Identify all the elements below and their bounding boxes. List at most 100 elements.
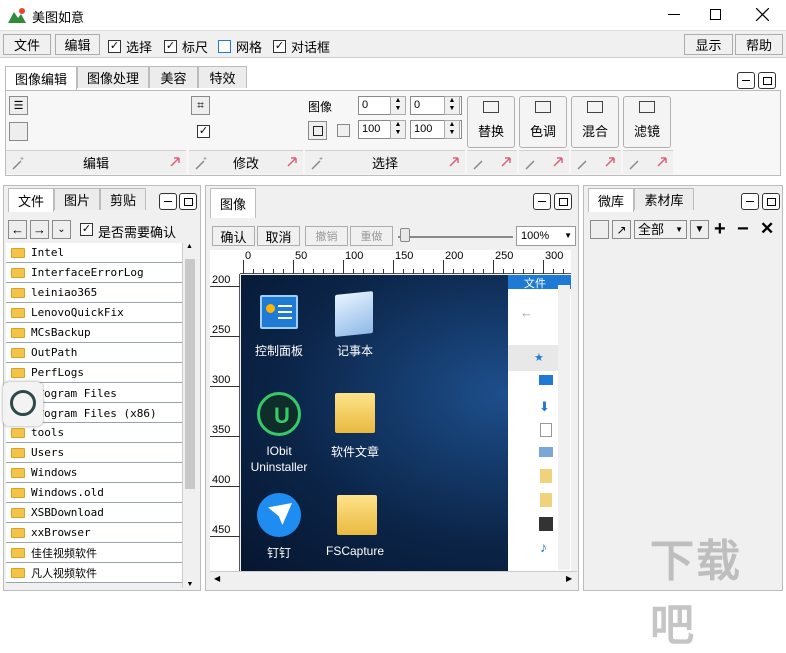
save-library-icon[interactable] <box>590 220 609 239</box>
tab-material-library[interactable]: 素材库 <box>634 188 694 210</box>
ruler-minor-tick <box>353 269 354 274</box>
close-button[interactable] <box>756 8 769 21</box>
list-item[interactable]: OutPath <box>6 343 182 363</box>
maximize-button[interactable] <box>710 9 721 20</box>
list-item[interactable]: Windows <box>6 463 182 483</box>
canvas-hscrollbar[interactable]: ◀ ▶ <box>210 571 577 587</box>
width-spinner[interactable]: ▲ ▼ <box>390 120 406 139</box>
add-icon[interactable]: + <box>714 218 726 241</box>
canvas-vscrollbar[interactable] <box>571 250 577 570</box>
zoom-slider-track[interactable] <box>398 236 513 238</box>
list-item[interactable]: InterfaceErrorLog <box>6 263 182 283</box>
file-name: Windows.old <box>31 486 104 499</box>
list-item[interactable]: Intel <box>6 243 182 263</box>
dropdown-chevron-icon[interactable]: ⌄ <box>52 220 71 239</box>
expand-icon[interactable] <box>552 156 564 168</box>
crop-icon[interactable]: ⌗ <box>191 96 210 115</box>
grid-checkbox-group[interactable]: 网格 <box>218 37 262 56</box>
tab-effects[interactable]: 特效 <box>198 66 247 88</box>
list-item[interactable]: LenovoQuickFix <box>6 303 182 323</box>
ribbon-minimize-button[interactable] <box>737 72 755 89</box>
pos-y-spinner[interactable]: ▲ ▼ <box>444 96 460 115</box>
grid-checkbox[interactable] <box>218 40 231 53</box>
list-item[interactable]: 佳佳视频软件 <box>6 543 182 563</box>
lock-ratio-checkbox[interactable] <box>337 124 350 137</box>
confirm-checkbox[interactable]: ✓ <box>80 223 93 236</box>
expand-icon[interactable] <box>604 156 616 168</box>
tab-beauty[interactable]: 美容 <box>149 66 198 88</box>
list-item[interactable]: Windows.old <box>6 483 182 503</box>
dialog-checkbox[interactable]: ✓ <box>273 40 286 53</box>
redo-button[interactable]: 重做 <box>350 226 393 246</box>
back-arrow-icon[interactable]: ← <box>8 220 27 239</box>
left-restore-button[interactable] <box>179 193 197 210</box>
tab-image-edit[interactable]: 图像编辑 <box>5 66 77 90</box>
center-minimize-button[interactable] <box>533 193 551 210</box>
select-checkbox-group[interactable]: ✓ 选择 <box>108 37 152 56</box>
list-item[interactable]: xxBrowser <box>6 523 182 543</box>
center-restore-button[interactable] <box>554 193 572 210</box>
ruler-checkbox[interactable]: ✓ <box>164 40 177 53</box>
tab-micro-library[interactable]: 微库 <box>588 188 634 212</box>
zoom-select[interactable]: 100% ▼ <box>516 226 576 246</box>
height-spinner[interactable]: ▲ ▼ <box>444 120 460 139</box>
expand-icon[interactable] <box>656 156 668 168</box>
right-restore-button[interactable] <box>762 193 780 210</box>
cancel-button[interactable]: 取消 <box>257 226 300 246</box>
zoom-slider-thumb[interactable] <box>400 228 410 242</box>
expand-icon[interactable] <box>169 156 181 168</box>
ruler-label: 300 <box>212 374 231 386</box>
desktop-label: 钉钉 <box>266 546 291 560</box>
expand-icon[interactable] <box>448 156 460 168</box>
right-minimize-button[interactable] <box>741 193 759 210</box>
wand-icon <box>12 157 24 170</box>
forward-arrow-icon[interactable]: → <box>30 220 49 239</box>
file-menu-button[interactable]: 文件 <box>3 34 51 55</box>
tab-image[interactable]: 图像 <box>210 188 256 218</box>
list-item[interactable]: Users <box>6 443 182 463</box>
expand-icon[interactable] <box>500 156 512 168</box>
minimize-button[interactable] <box>668 14 680 15</box>
expand-icon[interactable] <box>286 156 298 168</box>
fill-icon[interactable]: ☰ <box>9 96 28 115</box>
ribbon-restore-button[interactable] <box>758 72 776 89</box>
sort-down-icon[interactable]: ▼ <box>690 220 709 239</box>
file-list-scrollbar[interactable]: ▲ ▼ <box>182 243 196 588</box>
library-filter-select[interactable]: 全部 ▼ <box>634 220 687 239</box>
show-button[interactable]: 显示 <box>684 34 733 55</box>
close-icon[interactable]: ✕ <box>760 219 774 239</box>
mix-button[interactable]: 混合 <box>571 96 619 148</box>
select-checkbox[interactable]: ✓ <box>108 40 121 53</box>
list-item[interactable]: MCsBackup <box>6 323 182 343</box>
remove-icon[interactable]: − <box>737 218 749 241</box>
select-rect-icon[interactable] <box>308 121 327 140</box>
list-item[interactable]: leiniao365 <box>6 283 182 303</box>
help-button[interactable]: 帮助 <box>735 34 783 55</box>
tab-image-process[interactable]: 图像处理 <box>77 66 149 88</box>
dialog-label: 对话框 <box>291 40 331 55</box>
replace-button[interactable]: 替换 <box>467 96 515 148</box>
undo-button[interactable]: 撤销 <box>305 226 348 246</box>
tab-clipboard[interactable]: 剪贴 <box>100 188 146 210</box>
filter-button[interactable]: 滤镜 <box>623 96 671 148</box>
tab-pictures[interactable]: 图片 <box>54 188 100 210</box>
list-item[interactable]: XSBDownload <box>6 503 182 523</box>
left-minimize-button[interactable] <box>159 193 177 210</box>
image-canvas[interactable]: 控制面板 记事本 U IObit Uninstaller 软件文章 钉钉 FSC… <box>241 275 571 571</box>
list-item[interactable]: PerfLogs <box>6 363 182 383</box>
file-name: OutPath <box>31 346 78 359</box>
list-item[interactable]: tools <box>6 423 182 443</box>
edit-menu-button[interactable]: 编辑 <box>55 34 100 55</box>
pos-x-spinner[interactable]: ▲ ▼ <box>390 96 406 115</box>
scrollbar-thumb[interactable] <box>185 259 195 489</box>
list-item[interactable]: 凡人视频软件 <box>6 563 182 583</box>
picture-icon[interactable] <box>9 122 28 141</box>
dialog-checkbox-group[interactable]: ✓ 对话框 <box>273 37 330 56</box>
tab-files[interactable]: 文件 <box>8 188 54 212</box>
tone-button[interactable]: 色调 <box>519 96 567 148</box>
share-icon[interactable]: ↗ <box>612 220 631 239</box>
modify-checkbox[interactable]: ✓ <box>197 125 210 138</box>
ruler-checkbox-group[interactable]: ✓ 标尺 <box>164 37 208 56</box>
confirm-button[interactable]: 确认 <box>212 226 255 246</box>
floating-circle-button[interactable] <box>3 382 43 426</box>
